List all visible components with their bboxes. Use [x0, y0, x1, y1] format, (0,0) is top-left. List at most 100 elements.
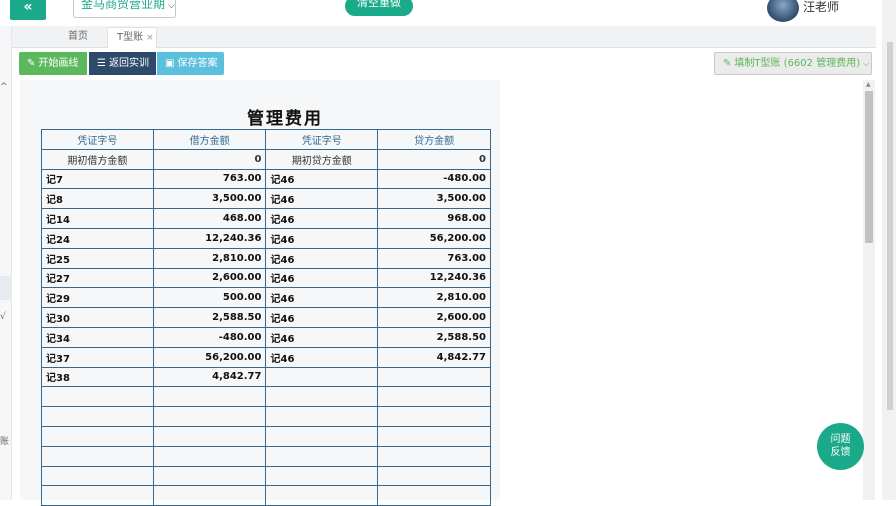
debit-voucher-cell[interactable] — [41, 425, 154, 447]
debit-amount-cell[interactable]: 2,588.50 — [152, 307, 267, 328]
debit-voucher-cell[interactable] — [41, 485, 154, 506]
sidebar-check-icon[interactable]: √ — [0, 312, 6, 322]
debit-amount-cell[interactable] — [152, 465, 267, 487]
credit-amount-cell[interactable]: 56,200.00 — [377, 227, 491, 249]
credit-voucher-cell[interactable] — [265, 465, 379, 487]
debit-voucher-cell[interactable]: 记14 — [41, 208, 154, 229]
start-drawing-button[interactable]: ✎ 开始画线 — [19, 52, 87, 75]
opening-credit-value[interactable]: 0 — [377, 148, 491, 170]
page-scrollbar-thumb[interactable] — [887, 42, 893, 410]
top-header: « 金马商贸营业期 ⌵ 清空重做 汪老师 — [0, 0, 896, 26]
credit-voucher-cell[interactable]: 记46 — [265, 247, 379, 269]
debit-voucher-cell[interactable] — [41, 465, 154, 487]
credit-amount-cell[interactable]: 3,500.00 — [377, 188, 491, 210]
debit-amount-cell[interactable]: 12,240.36 — [152, 227, 267, 249]
credit-amount-cell[interactable] — [377, 386, 491, 408]
credit-amount-cell[interactable] — [377, 406, 491, 427]
tab-home[interactable]: 首页 — [68, 27, 88, 48]
debit-voucher-cell[interactable]: 记34 — [41, 326, 154, 348]
credit-voucher-cell[interactable]: 记46 — [265, 287, 379, 309]
sidebar-caret-icon[interactable]: ^ — [0, 82, 8, 92]
debit-voucher-cell[interactable]: 记38 — [41, 366, 154, 388]
sidebar-strip — [0, 26, 12, 500]
debit-amount-cell[interactable] — [152, 386, 267, 408]
reset-button[interactable]: 清空重做 — [345, 0, 413, 16]
feedback-button[interactable]: 问题 反馈 — [817, 423, 864, 470]
credit-amount-cell[interactable]: 12,240.36 — [377, 267, 491, 289]
debit-voucher-cell[interactable] — [41, 386, 154, 408]
period-select-label: 金马商贸营业期 — [81, 0, 166, 11]
debit-amount-cell[interactable]: 763.00 — [152, 168, 267, 190]
credit-amount-cell[interactable]: 2,810.00 — [377, 287, 491, 309]
close-icon[interactable]: × — [146, 33, 154, 43]
debit-voucher-cell[interactable]: 记25 — [41, 247, 154, 269]
debit-amount-cell[interactable]: 56,200.00 — [152, 346, 267, 368]
debit-voucher-cell[interactable] — [41, 445, 154, 467]
debit-voucher-cell[interactable] — [41, 406, 154, 427]
chevron-down-icon: ⌵ — [863, 59, 870, 68]
credit-voucher-cell[interactable] — [265, 366, 379, 388]
database-icon: ☰ — [97, 58, 106, 69]
debit-amount-cell[interactable] — [152, 406, 267, 427]
credit-voucher-cell[interactable]: 记46 — [265, 267, 379, 289]
debit-voucher-cell[interactable]: 记7 — [41, 168, 154, 190]
username[interactable]: 汪老师 — [803, 0, 839, 15]
table-row — [41, 386, 491, 408]
t-account-table: 凭证字号 借方金额 凭证字号 贷方金额 期初借方金额 0 期初贷方金额 0 记7… — [41, 129, 491, 506]
return-training-button[interactable]: ☰ 返回实训 — [89, 52, 156, 75]
sidebar-item-ledger[interactable]: 账 — [0, 434, 9, 447]
debit-amount-cell[interactable]: 500.00 — [152, 287, 267, 309]
sidebar-item-active[interactable] — [0, 276, 12, 300]
debit-amount-cell[interactable] — [152, 425, 267, 447]
debit-voucher-cell[interactable]: 记24 — [41, 227, 154, 249]
debit-voucher-cell[interactable]: 记30 — [41, 307, 154, 328]
debit-amount-cell[interactable]: 468.00 — [152, 208, 267, 229]
debit-voucher-cell[interactable]: 记29 — [41, 287, 154, 309]
credit-voucher-cell[interactable] — [265, 485, 379, 506]
save-answer-button[interactable]: ▣ 保存答案 — [157, 52, 224, 75]
credit-voucher-cell[interactable]: 记46 — [265, 208, 379, 229]
debit-voucher-cell[interactable]: 记37 — [41, 346, 154, 368]
debit-amount-cell[interactable] — [152, 445, 267, 467]
credit-voucher-cell[interactable]: 记46 — [265, 307, 379, 328]
credit-voucher-cell[interactable]: 记46 — [265, 188, 379, 210]
debit-amount-cell[interactable]: 2,600.00 — [152, 267, 267, 289]
credit-amount-cell[interactable]: 2,600.00 — [377, 307, 491, 328]
credit-voucher-cell[interactable] — [265, 386, 379, 408]
collapse-sidebar-button[interactable]: « — [10, 0, 46, 20]
credit-amount-cell[interactable] — [377, 465, 491, 487]
debit-amount-cell[interactable]: 3,500.00 — [152, 188, 267, 210]
debit-amount-cell[interactable]: 2,810.00 — [152, 247, 267, 269]
credit-amount-cell[interactable] — [377, 485, 491, 506]
credit-voucher-cell[interactable]: 记46 — [265, 168, 379, 190]
debit-amount-cell[interactable]: -480.00 — [152, 326, 267, 348]
opening-debit-value[interactable]: 0 — [152, 148, 267, 170]
fill-t-account-dropdown[interactable]: ✎ 填制T型账 (6602 管理费用) ⌵ — [714, 52, 872, 75]
credit-amount-cell[interactable]: 2,588.50 — [377, 326, 491, 348]
debit-amount-cell[interactable]: 4,842.77 — [152, 366, 267, 388]
credit-voucher-cell[interactable] — [265, 425, 379, 447]
content-scrollbar-thumb[interactable] — [865, 91, 873, 243]
credit-amount-cell[interactable]: 968.00 — [377, 208, 491, 229]
credit-amount-cell[interactable]: 763.00 — [377, 247, 491, 269]
avatar[interactable] — [767, 0, 799, 22]
credit-amount-cell[interactable] — [377, 445, 491, 467]
credit-voucher-cell[interactable] — [265, 406, 379, 427]
credit-voucher-cell[interactable] — [265, 445, 379, 467]
table-header-row: 凭证字号 借方金额 凭证字号 贷方金额 — [41, 129, 491, 150]
credit-amount-cell[interactable] — [377, 425, 491, 447]
tab-t-account[interactable]: T型账 × — [107, 27, 157, 48]
credit-voucher-cell[interactable]: 记46 — [265, 346, 379, 368]
debit-voucher-cell[interactable]: 记8 — [41, 188, 154, 210]
debit-amount-cell[interactable] — [152, 485, 267, 506]
scroll-up-icon[interactable]: ▲ — [866, 81, 871, 88]
credit-voucher-cell[interactable]: 记46 — [265, 326, 379, 348]
credit-voucher-cell[interactable]: 记46 — [265, 227, 379, 249]
credit-amount-cell[interactable] — [377, 366, 491, 388]
table-row: 记29 500.00 记46 2,810.00 — [41, 287, 491, 309]
credit-amount-cell[interactable]: 4,842.77 — [377, 346, 491, 368]
period-select[interactable]: 金马商贸营业期 ⌵ — [73, 0, 176, 18]
column-header: 凭证字号 — [41, 129, 154, 150]
credit-amount-cell[interactable]: -480.00 — [377, 168, 491, 190]
debit-voucher-cell[interactable]: 记27 — [41, 267, 154, 289]
